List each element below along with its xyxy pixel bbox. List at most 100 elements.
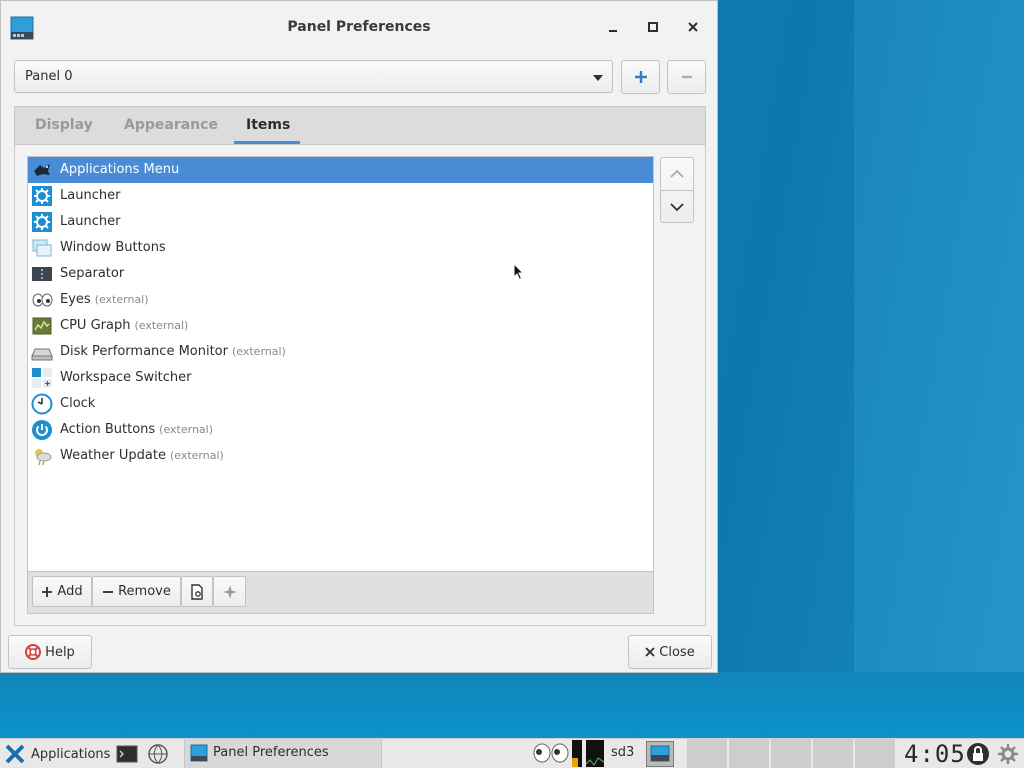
item-label: Separator <box>60 266 125 281</box>
workspace-active-icon[interactable] <box>646 741 674 767</box>
minimize-button[interactable] <box>601 15 625 39</box>
minus-icon <box>681 75 692 79</box>
disk-monitor-label: sd3 <box>611 745 635 760</box>
add-item-button[interactable]: Add <box>32 576 92 607</box>
item-label: Disk Performance Monitor <box>60 344 228 359</box>
gear-icon[interactable] <box>997 743 1019 765</box>
taskbar: Applications Panel Preferences sd3 4:05 <box>0 738 1024 768</box>
list-item[interactable]: Launcher <box>28 183 653 209</box>
maximize-button[interactable] <box>641 15 665 39</box>
list-item[interactable]: Clock <box>28 391 653 417</box>
window-buttons-icon <box>32 239 52 257</box>
document-properties-icon <box>191 583 203 600</box>
item-external: (external) <box>231 345 286 358</box>
list-item[interactable]: Disk Performance Monitor (external) <box>28 339 653 365</box>
applications-menu-button[interactable]: Applications <box>4 742 110 766</box>
list-item[interactable]: Window Buttons <box>28 235 653 261</box>
terminal-icon[interactable] <box>116 743 138 765</box>
list-item[interactable]: Action Buttons (external) <box>28 417 653 443</box>
item-external: (external) <box>159 423 214 436</box>
desktop-background <box>718 0 854 740</box>
tab-items[interactable]: Items <box>246 117 290 133</box>
list-item[interactable]: CPU Graph (external) <box>28 313 653 339</box>
remove-item-label: Remove <box>118 584 171 599</box>
list-item[interactable]: Workspace Switcher <box>28 365 653 391</box>
cpu-graph-icon <box>32 317 52 335</box>
taskbar-item-panel-preferences[interactable]: Panel Preferences <box>184 739 382 768</box>
tab-display[interactable]: Display <box>35 117 93 133</box>
tab-appearance[interactable]: Appearance <box>124 117 218 133</box>
list-item[interactable]: Eyes (external) <box>28 287 653 313</box>
plus-icon <box>42 586 53 597</box>
item-label: CPU Graph <box>60 318 131 333</box>
list-item[interactable]: Separator <box>28 261 653 287</box>
cpu-graph-icon <box>572 740 604 767</box>
minimize-icon <box>609 30 617 32</box>
panel-preferences-app-icon <box>190 744 208 762</box>
desktop-bottom <box>0 672 1024 738</box>
web-browser-icon[interactable] <box>147 743 169 765</box>
item-label: Applications Menu <box>60 162 180 177</box>
workspace-6[interactable] <box>854 739 895 768</box>
close-icon <box>645 647 655 657</box>
remove-panel-button[interactable] <box>667 60 706 94</box>
eyes-icon <box>533 743 569 763</box>
clock-icon <box>31 393 53 415</box>
close-button[interactable]: Close <box>628 635 712 669</box>
item-external: (external) <box>169 449 224 462</box>
disk-icon <box>31 348 53 361</box>
workspace-2[interactable] <box>686 739 727 768</box>
help-button[interactable]: Help <box>8 635 92 669</box>
items-list[interactable]: Applications Menu Launcher Launcher Wind… <box>27 156 654 572</box>
item-external: (external) <box>94 293 149 306</box>
item-label: Launcher <box>60 214 121 229</box>
workspace-switcher-icon <box>32 368 52 388</box>
item-label: Workspace Switcher <box>60 370 192 385</box>
remove-item-button[interactable]: Remove <box>92 576 181 607</box>
sparkle-icon <box>222 584 237 599</box>
item-external: (external) <box>134 319 189 332</box>
applications-menu-icon <box>34 164 50 176</box>
item-about-button[interactable] <box>213 576 246 607</box>
chevron-up-icon <box>670 169 684 178</box>
chevron-down-icon <box>670 203 684 212</box>
workspace-5[interactable] <box>812 739 853 768</box>
active-tab-indicator <box>234 141 300 144</box>
xfce-logo-icon <box>5 744 25 764</box>
separator-icon <box>32 267 52 281</box>
tab-bar: Display Appearance Items <box>15 107 705 145</box>
move-up-button[interactable] <box>661 158 693 191</box>
panel-select-value: Panel 0 <box>25 69 73 84</box>
desktop-background-band <box>854 0 1024 740</box>
preferences-notebook: Display Appearance Items Applications Me… <box>14 106 706 626</box>
help-lifebuoy-icon <box>25 644 42 660</box>
lock-icon[interactable] <box>966 742 990 766</box>
eyes-icon <box>32 293 53 307</box>
launcher-gear-icon <box>32 186 52 206</box>
titlebar[interactable]: Panel Preferences <box>1 1 717 53</box>
close-window-button[interactable] <box>681 15 705 39</box>
item-label: Launcher <box>60 188 121 203</box>
launcher-gear-icon <box>32 212 52 232</box>
workspace-4[interactable] <box>770 739 811 768</box>
close-label: Close <box>659 644 695 660</box>
item-properties-button[interactable] <box>181 576 213 607</box>
applications-label: Applications <box>31 746 111 762</box>
panel-preferences-window: Panel Preferences Panel 0 Display Appear… <box>0 0 718 673</box>
list-item[interactable]: Launcher <box>28 209 653 235</box>
power-icon <box>32 420 52 440</box>
items-toolbar: Add Remove <box>27 572 654 614</box>
add-panel-button[interactable] <box>621 60 660 94</box>
panel-select[interactable]: Panel 0 <box>14 60 613 93</box>
list-item[interactable]: Applications Menu <box>28 157 653 183</box>
close-icon <box>688 22 698 32</box>
maximize-icon <box>648 22 658 32</box>
list-item[interactable]: Weather Update (external) <box>28 443 653 469</box>
move-down-button[interactable] <box>661 191 693 223</box>
clock[interactable]: 4:05 <box>904 741 966 767</box>
move-buttons <box>660 157 694 223</box>
workspace-3[interactable] <box>728 739 769 768</box>
taskbar-item-label: Panel Preferences <box>213 745 329 760</box>
item-label: Clock <box>60 396 96 411</box>
add-item-label: Add <box>57 584 83 599</box>
